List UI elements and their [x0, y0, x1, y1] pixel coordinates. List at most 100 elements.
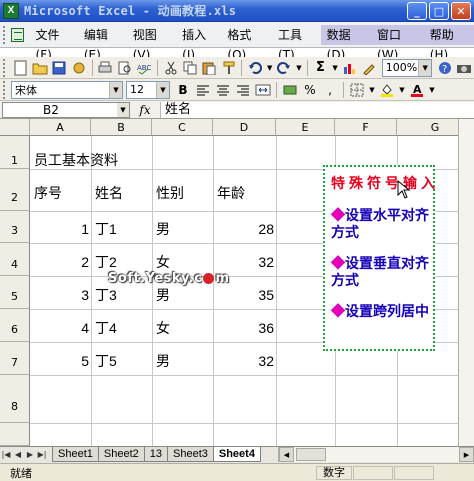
cell-age[interactable]: 35 — [217, 287, 274, 303]
select-all-corner[interactable] — [0, 119, 30, 136]
menu-file[interactable]: 文件(F) — [30, 25, 78, 62]
scroll-left-icon[interactable]: ◀ — [279, 447, 294, 462]
cell-id[interactable]: 1 — [34, 221, 89, 237]
redo-dropdown-icon[interactable]: ▼ — [295, 59, 303, 77]
format-painter-icon[interactable] — [220, 59, 237, 77]
fill-color-dropdown-icon[interactable]: ▼ — [398, 81, 406, 99]
copy-icon[interactable] — [181, 59, 198, 77]
column-header-c[interactable]: C — [152, 119, 213, 136]
sheet-tab-13[interactable]: 13 — [143, 447, 168, 462]
toolbar-grip[interactable] — [3, 80, 8, 99]
camera-icon[interactable] — [456, 59, 473, 77]
permission-icon[interactable] — [70, 59, 87, 77]
column-header-f[interactable]: F — [335, 119, 397, 136]
align-right-icon[interactable] — [234, 81, 252, 99]
cell-age[interactable]: 36 — [217, 320, 274, 336]
row-header-6[interactable]: 6 — [0, 309, 30, 342]
cut-icon[interactable] — [162, 59, 179, 77]
chevron-down-icon[interactable]: ▼ — [117, 102, 129, 117]
column-header-d[interactable]: D — [213, 119, 276, 136]
align-left-icon[interactable] — [194, 81, 212, 99]
cell-age[interactable]: 32 — [217, 353, 274, 369]
cell-gender[interactable]: 男 — [156, 287, 170, 303]
row-header-1[interactable]: 1 — [0, 136, 30, 169]
column-header-a[interactable]: A — [30, 119, 91, 136]
cell-gender[interactable]: 男 — [156, 353, 170, 369]
cell-age[interactable]: 32 — [217, 254, 274, 270]
redo-icon[interactable] — [276, 59, 293, 77]
undo-dropdown-icon[interactable]: ▼ — [266, 59, 274, 77]
font-size-select[interactable]: 12 ▼ — [126, 80, 170, 99]
zoom-select[interactable]: 100% ▼ — [381, 58, 433, 77]
help-icon[interactable]: ? — [436, 59, 453, 77]
maximize-button[interactable]: □ — [429, 2, 449, 20]
header-id[interactable]: 序号 — [34, 185, 62, 201]
cell-name[interactable]: 丁2 — [95, 254, 117, 270]
minimize-button[interactable]: _ — [407, 2, 427, 20]
borders-dropdown-icon[interactable]: ▼ — [368, 81, 376, 99]
insert-function-button[interactable]: fx — [130, 103, 160, 117]
cell-name[interactable]: 丁3 — [95, 287, 117, 303]
row-header-7[interactable]: 7 — [0, 342, 30, 375]
chart-wizard-icon[interactable] — [341, 59, 358, 77]
undo-icon[interactable] — [246, 59, 263, 77]
first-sheet-icon[interactable]: |◀ — [0, 447, 12, 462]
header-gender[interactable]: 性别 — [156, 185, 184, 201]
font-color-icon[interactable]: A — [408, 81, 426, 99]
font-color-dropdown-icon[interactable]: ▼ — [428, 81, 436, 99]
chevron-down-icon[interactable]: ▼ — [109, 81, 122, 98]
autosum-icon[interactable]: Σ — [312, 59, 329, 77]
sheet-tab-sheet1[interactable]: Sheet1 — [52, 447, 99, 462]
header-age[interactable]: 年龄 — [217, 185, 245, 201]
cell-name[interactable]: 丁4 — [95, 320, 117, 336]
merge-center-icon[interactable] — [254, 81, 272, 99]
sheet-tab-sheet3[interactable]: Sheet3 — [167, 447, 214, 462]
font-name-select[interactable]: 宋体 ▼ — [11, 80, 123, 99]
fill-color-icon[interactable] — [378, 81, 396, 99]
next-sheet-icon[interactable]: ▶ — [24, 447, 36, 462]
last-sheet-icon[interactable]: ▶| — [36, 447, 48, 462]
menu-insert[interactable]: 插入(I) — [176, 25, 221, 62]
cell-name[interactable]: 丁5 — [95, 353, 117, 369]
drawing-icon[interactable] — [360, 59, 377, 77]
currency-icon[interactable] — [281, 81, 299, 99]
prev-sheet-icon[interactable]: ◀ — [12, 447, 24, 462]
horizontal-scrollbar[interactable]: ◀ ▶ — [278, 447, 474, 462]
chevron-down-icon[interactable]: ▼ — [156, 81, 169, 98]
header-name[interactable]: 姓名 — [95, 185, 123, 201]
sheet-tab-sheet2[interactable]: Sheet2 — [97, 447, 145, 462]
row-header-5[interactable]: 5 — [0, 276, 30, 309]
menu-help[interactable]: 帮助(H) — [423, 24, 474, 62]
open-icon[interactable] — [31, 59, 48, 77]
formula-input[interactable]: 姓名 — [160, 101, 474, 118]
title-cell[interactable]: 员工基本资料 — [34, 152, 118, 168]
align-center-icon[interactable] — [214, 81, 232, 99]
sheet-tab-sheet4[interactable]: Sheet4 — [212, 447, 261, 462]
menu-edit[interactable]: 编辑(E) — [78, 25, 127, 62]
menu-tools[interactable]: 工具(T) — [272, 25, 321, 62]
document-icon[interactable] — [10, 27, 24, 42]
new-icon[interactable] — [12, 59, 29, 77]
paste-icon[interactable] — [201, 59, 218, 77]
close-button[interactable]: ✕ — [451, 2, 471, 20]
row-header-8[interactable]: 8 — [0, 375, 30, 423]
cell-name[interactable]: 丁1 — [95, 221, 117, 237]
column-header-b[interactable]: B — [91, 119, 152, 136]
cell-id[interactable]: 4 — [34, 320, 89, 336]
cell-id[interactable]: 2 — [34, 254, 89, 270]
scroll-thumb[interactable] — [296, 448, 326, 461]
chevron-down-icon[interactable]: ▼ — [418, 59, 432, 76]
cell-gender[interactable]: 男 — [156, 221, 170, 237]
row-header-3[interactable]: 3 — [0, 211, 30, 243]
row-header-4[interactable]: 4 — [0, 243, 30, 276]
row-header-2[interactable]: 2 — [0, 169, 30, 211]
menu-window[interactable]: 窗口(W) — [371, 24, 424, 62]
print-preview-icon[interactable] — [116, 59, 133, 77]
toolbar-grip[interactable] — [3, 58, 8, 77]
cell-gender[interactable]: 女 — [156, 320, 170, 336]
print-icon[interactable] — [97, 59, 114, 77]
comma-style-icon[interactable]: , — [321, 81, 339, 99]
row-header-9[interactable] — [0, 423, 30, 446]
column-header-e[interactable]: E — [276, 119, 335, 136]
bold-button[interactable]: B — [174, 81, 192, 99]
